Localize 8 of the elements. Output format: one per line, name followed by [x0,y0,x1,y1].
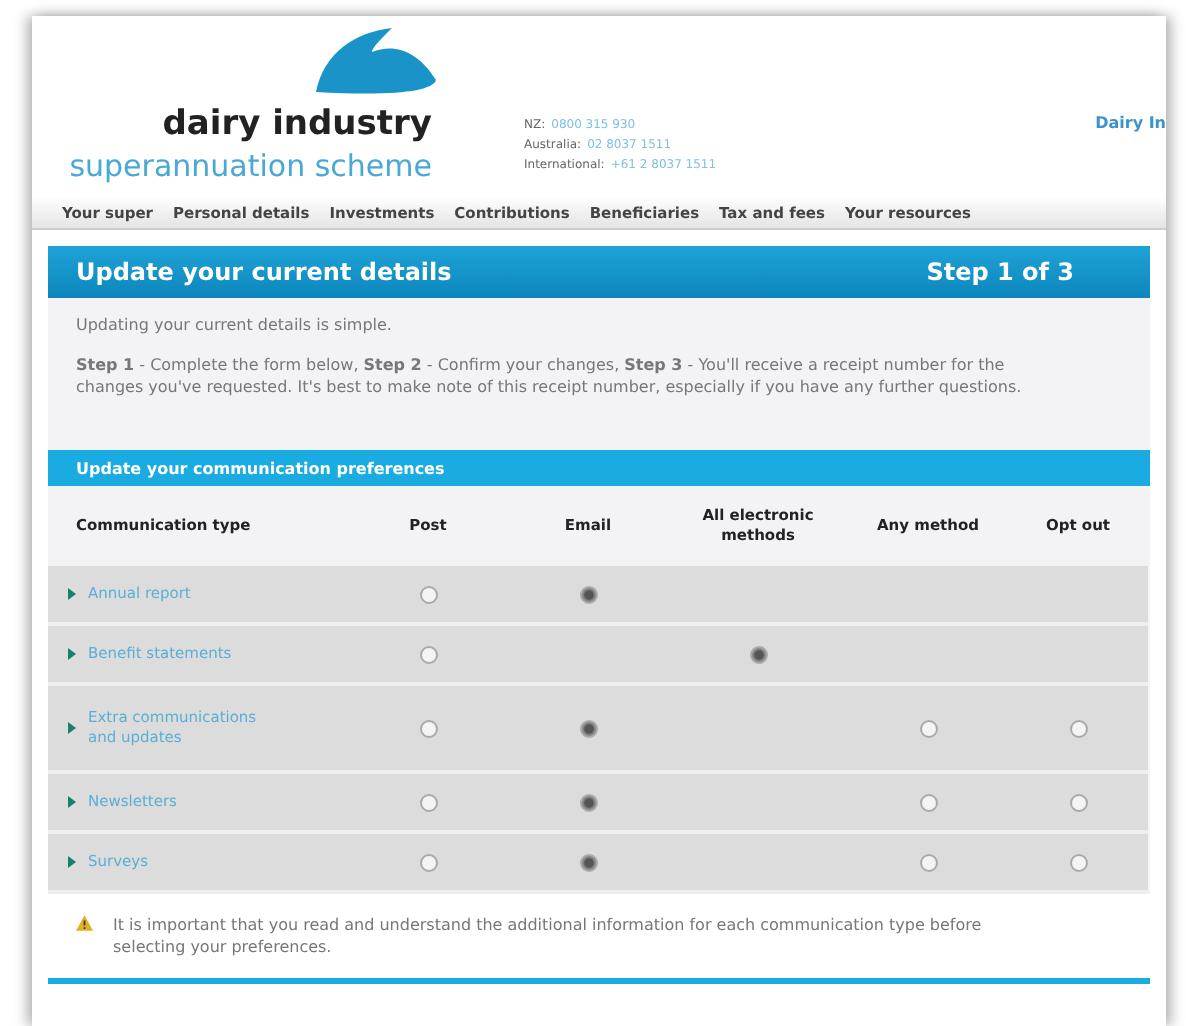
brand-tagline: superannuation scheme [69,148,432,184]
intro-text: Updating your current details is simple. [76,314,394,336]
note-text: It is important that you read and understand the additional information for each communication type before selecting your preferences. [113,914,984,958]
brand-name: dairy industry [162,104,432,144]
steps-text: Step 1 - Complete the form below, Step 2 - Confirm your changes, Step 3 - You'll receive a receipt number for the changes you've requested. It's best to make note of this receipt number, especially if you have any further questions. [76,354,1024,398]
step-indicator: Step 1 of 3 [926,258,1074,286]
section-title: Update your communication preferences [76,459,445,477]
panel-title: Update your current details [76,258,452,286]
